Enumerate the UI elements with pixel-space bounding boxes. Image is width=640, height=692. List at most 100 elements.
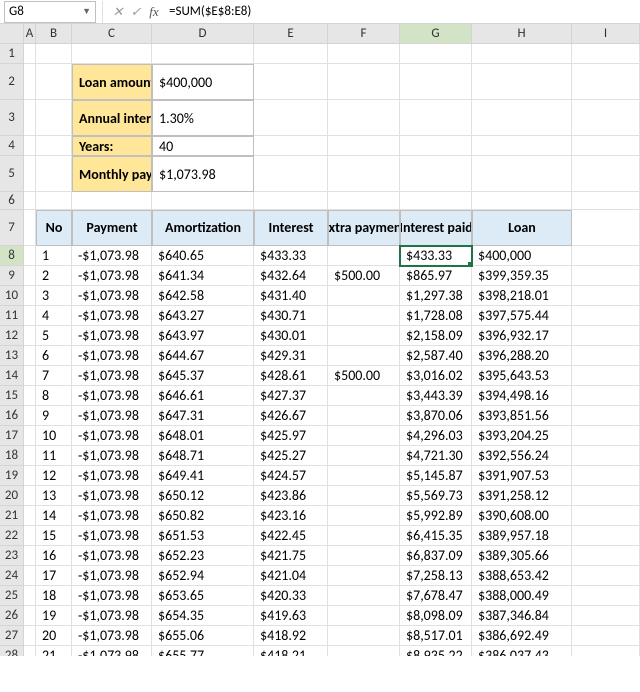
cell-amort[interactable]: $643.27 xyxy=(152,306,254,326)
col-header-H[interactable]: H xyxy=(472,24,572,44)
cell[interactable] xyxy=(572,210,640,246)
cell[interactable] xyxy=(254,100,328,136)
cell[interactable] xyxy=(24,44,36,64)
cell-ipaid[interactable]: $433.33 xyxy=(400,246,472,266)
cell-interest[interactable]: $418.92 xyxy=(254,626,328,646)
row-header-20[interactable]: 20 xyxy=(0,486,24,506)
cell-amort[interactable]: $643.97 xyxy=(152,326,254,346)
cell[interactable] xyxy=(24,156,36,192)
cell[interactable] xyxy=(572,586,640,606)
cell-ipaid[interactable]: $2,158.09 xyxy=(400,326,472,346)
cell[interactable]: $386,037.43 xyxy=(472,646,572,656)
cell-extra[interactable] xyxy=(328,246,400,266)
cell[interactable] xyxy=(36,192,72,210)
cell-no[interactable]: 10 xyxy=(36,426,72,446)
cell[interactable] xyxy=(572,406,640,426)
cell[interactable] xyxy=(400,44,472,64)
cell-amort[interactable]: $655.06 xyxy=(152,626,254,646)
cell-extra[interactable] xyxy=(328,566,400,586)
cell-loan[interactable]: $391,907.53 xyxy=(472,466,572,486)
row-header-13[interactable]: 13 xyxy=(0,346,24,366)
cell[interactable] xyxy=(472,44,572,64)
cell[interactable] xyxy=(472,156,572,192)
cell-loan[interactable]: $389,305.66 xyxy=(472,546,572,566)
cell[interactable] xyxy=(400,136,472,156)
cell-amort[interactable]: $648.71 xyxy=(152,446,254,466)
cell[interactable] xyxy=(572,64,640,100)
cell[interactable] xyxy=(36,64,72,100)
cell-ipaid[interactable]: $7,678.47 xyxy=(400,586,472,606)
cell-ipaid[interactable]: $6,837.09 xyxy=(400,546,472,566)
cell-loan[interactable]: $388,000.49 xyxy=(472,586,572,606)
cell-interest[interactable]: $421.04 xyxy=(254,566,328,586)
th-amort[interactable]: Amortization xyxy=(152,210,254,246)
row-header-26[interactable]: 26 xyxy=(0,606,24,626)
cell[interactable] xyxy=(24,406,36,426)
cell[interactable] xyxy=(572,100,640,136)
cell-interest[interactable]: $431.40 xyxy=(254,286,328,306)
cell[interactable] xyxy=(572,646,640,656)
cell-amort[interactable]: $652.23 xyxy=(152,546,254,566)
loan-value[interactable]: 40 xyxy=(152,136,254,156)
chevron-down-icon[interactable]: ▼ xyxy=(82,6,91,17)
cell-interest[interactable]: $426.67 xyxy=(254,406,328,426)
cell-no[interactable]: 12 xyxy=(36,466,72,486)
cell-payment[interactable]: -$1,073.98 xyxy=(72,286,152,306)
cell-no[interactable]: 18 xyxy=(36,586,72,606)
cell-extra[interactable] xyxy=(328,446,400,466)
cell-loan[interactable]: $386,692.49 xyxy=(472,626,572,646)
cell-payment[interactable]: -$1,073.98 xyxy=(72,446,152,466)
cell[interactable] xyxy=(400,156,472,192)
cell-extra[interactable] xyxy=(328,606,400,626)
cell[interactable]: $418.21 xyxy=(254,646,328,656)
cell[interactable] xyxy=(572,426,640,446)
cell-loan[interactable]: $398,218.01 xyxy=(472,286,572,306)
cell[interactable] xyxy=(572,246,640,266)
loan-label[interactable]: Monthly payment: xyxy=(72,156,152,192)
cell-payment[interactable]: -$1,073.98 xyxy=(72,626,152,646)
formula-input[interactable]: =SUM($E$8:E8) xyxy=(163,1,640,23)
cell-interest[interactable]: $427.37 xyxy=(254,386,328,406)
cell-interest[interactable]: $419.63 xyxy=(254,606,328,626)
cell[interactable] xyxy=(24,286,36,306)
row-header-9[interactable]: 9 xyxy=(0,266,24,286)
cell[interactable] xyxy=(152,192,254,210)
cell-no[interactable]: 4 xyxy=(36,306,72,326)
col-header-I[interactable]: I xyxy=(572,24,640,44)
cell-extra[interactable] xyxy=(328,486,400,506)
cell[interactable] xyxy=(24,546,36,566)
row-header-7[interactable]: 7 xyxy=(0,210,24,246)
cell-loan[interactable]: $388,653.42 xyxy=(472,566,572,586)
cell-ipaid[interactable]: $8,517.01 xyxy=(400,626,472,646)
cell-amort[interactable]: $650.12 xyxy=(152,486,254,506)
cell-extra[interactable] xyxy=(328,346,400,366)
cell[interactable] xyxy=(572,266,640,286)
cell[interactable] xyxy=(24,466,36,486)
cell-payment[interactable]: -$1,073.98 xyxy=(72,586,152,606)
th-ipaid[interactable]: Interest paid xyxy=(400,210,472,246)
cell-amort[interactable]: $652.94 xyxy=(152,566,254,586)
cell-ipaid[interactable]: $6,415.35 xyxy=(400,526,472,546)
cell-loan[interactable]: $397,575.44 xyxy=(472,306,572,326)
cell[interactable] xyxy=(328,646,400,656)
cell-extra[interactable] xyxy=(328,546,400,566)
cell[interactable] xyxy=(152,44,254,64)
cell-no[interactable]: 20 xyxy=(36,626,72,646)
row-header-5[interactable]: 5 xyxy=(0,156,24,192)
cell-extra[interactable] xyxy=(328,426,400,446)
cell-amort[interactable]: $651.53 xyxy=(152,526,254,546)
cell[interactable] xyxy=(254,64,328,100)
row-header-24[interactable]: 24 xyxy=(0,566,24,586)
col-header-A[interactable]: A xyxy=(24,24,36,44)
cell-ipaid[interactable]: $7,258.13 xyxy=(400,566,472,586)
loan-value[interactable]: $1,073.98 xyxy=(152,156,254,192)
cell[interactable] xyxy=(572,386,640,406)
cell-ipaid[interactable]: $3,870.06 xyxy=(400,406,472,426)
cell[interactable] xyxy=(572,566,640,586)
cancel-icon[interactable]: ✕ xyxy=(109,4,127,20)
cell[interactable] xyxy=(400,100,472,136)
col-header-D[interactable]: D xyxy=(152,24,254,44)
cell-no[interactable]: 16 xyxy=(36,546,72,566)
cell-no[interactable]: 8 xyxy=(36,386,72,406)
cell-no[interactable]: 1 xyxy=(36,246,72,266)
